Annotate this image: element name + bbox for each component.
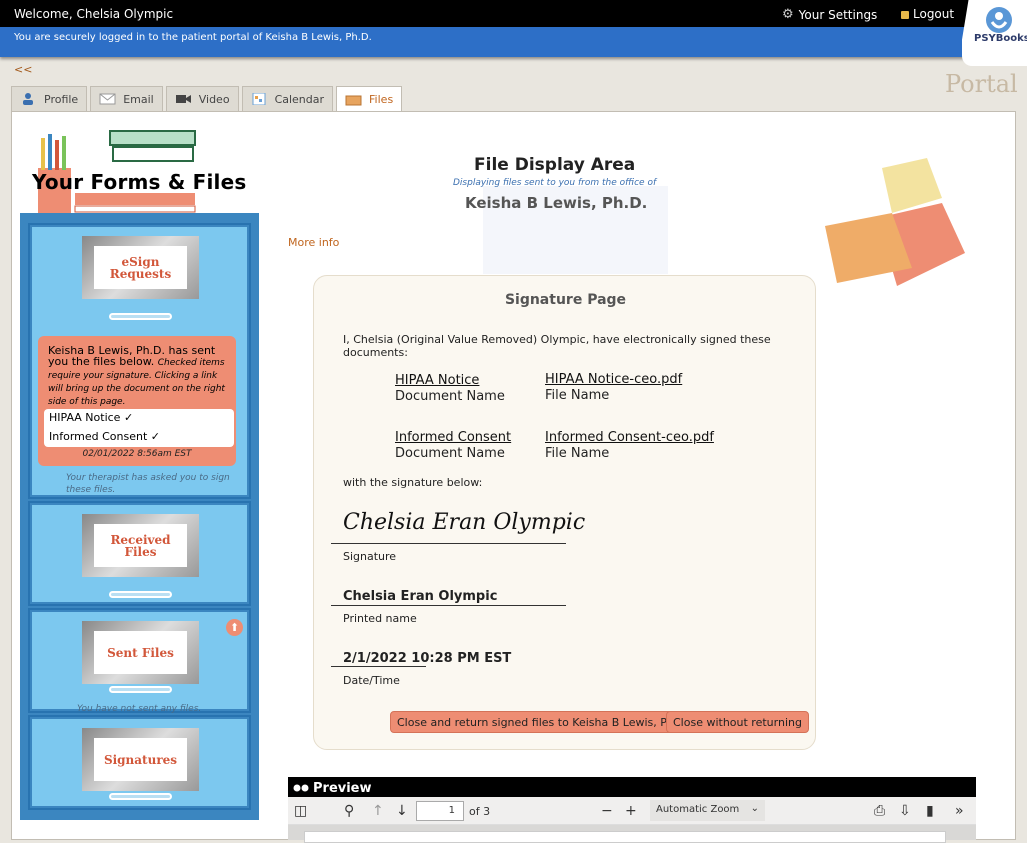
tab-profile[interactable]: Profile xyxy=(11,86,88,111)
file-name-link[interactable]: Informed Consent-ceo.pdf xyxy=(545,430,714,445)
signature-page-title: Signature Page xyxy=(504,292,627,308)
printed-name-label: Printed name xyxy=(343,612,417,625)
tab-video[interactable]: Video xyxy=(165,86,239,111)
bookmark-icon[interactable]: ▮ xyxy=(926,803,934,819)
sidebar-toggle-icon[interactable]: ◫ xyxy=(294,803,307,819)
more-info-link[interactable]: More info xyxy=(288,236,339,249)
pdf-toolbar: ◫ ⚲ ↑ ↓ 1 of 3 − + Automatic Zoom ⌄ ⎙ ⇩ … xyxy=(288,797,976,825)
with-signature-text: with the signature below: xyxy=(343,476,483,489)
zoom-in-icon[interactable]: + xyxy=(625,803,637,819)
previous-page-icon[interactable]: ↑ xyxy=(372,803,384,819)
signed-datetime: 2/1/2022 10:28 PM EST xyxy=(343,651,512,666)
pdf-viewer[interactable] xyxy=(288,825,976,843)
esign-requests-button[interactable]: eSign Requests xyxy=(82,236,199,299)
zoom-out-icon[interactable]: − xyxy=(601,803,613,819)
file-name-label: File Name xyxy=(545,388,610,403)
sent-footer: You have not sent any files. xyxy=(77,704,202,714)
back-link[interactable]: << xyxy=(14,63,32,76)
chevron-down-icon: ⌄ xyxy=(750,803,759,814)
tab-calendar[interactable]: Calendar xyxy=(241,86,334,111)
drawer-handle[interactable] xyxy=(109,686,172,693)
lock-icon xyxy=(901,11,909,19)
file-name-label: File Name xyxy=(545,446,610,461)
download-icon[interactable]: ⇩ xyxy=(899,803,911,819)
datetime-label: Date/Time xyxy=(343,674,400,687)
upload-icon[interactable]: ⬆ xyxy=(226,619,243,636)
folder-icon xyxy=(345,95,362,105)
signature-page: Signature Page I, Chelsia (Original Valu… xyxy=(313,275,816,750)
pdf-page xyxy=(304,831,946,843)
document-name-link[interactable]: HIPAA Notice xyxy=(395,373,479,388)
document-name-link[interactable]: Informed Consent xyxy=(395,430,511,445)
datetime-line xyxy=(331,666,426,667)
person-icon xyxy=(23,93,33,105)
drawer-sent: Sent Files ⬆ You have not sent any files… xyxy=(28,608,251,714)
folders-icon xyxy=(825,158,965,286)
signatures-button[interactable]: Signatures xyxy=(82,728,199,791)
camera-icon xyxy=(175,95,191,103)
signature-statement: I, Chelsia (Original Value Removed) Olym… xyxy=(343,333,771,359)
sidebar-title: Your Forms & Files xyxy=(32,170,247,194)
drawer-handle[interactable] xyxy=(109,591,172,598)
settings-link[interactable]: ⚙ Your Settings xyxy=(782,7,877,22)
drawer-signatures: Signatures xyxy=(28,715,251,810)
psybooks-logo[interactable]: PSYBooks xyxy=(962,0,1027,66)
esign-file-list: HIPAA Notice ✓ Informed Consent ✓ xyxy=(44,409,234,447)
document-entry: HIPAA Notice Document Name xyxy=(395,373,505,405)
drawer-received: Received Files xyxy=(28,501,251,606)
preview-title: Preview xyxy=(313,781,372,796)
drawer-esign: eSign Requests Keisha B Lewis, Ph.D. has … xyxy=(28,223,251,499)
doctor-name: Keisha B Lewis, Ph.D. xyxy=(465,194,648,212)
received-files-button[interactable]: Received Files xyxy=(82,514,199,577)
tab-files[interactable]: Files xyxy=(336,86,403,112)
secure-message: You are securely logged in to the patien… xyxy=(14,32,372,43)
drawer-handle[interactable] xyxy=(109,793,172,800)
esign-note: Keisha B Lewis, Ph.D. has sent you the f… xyxy=(38,336,236,466)
print-icon[interactable]: ⎙ xyxy=(874,803,885,819)
next-page-icon[interactable]: ↓ xyxy=(396,803,408,819)
esign-file-link[interactable]: HIPAA Notice ✓ xyxy=(44,409,234,428)
more-tools-icon[interactable]: » xyxy=(955,803,964,819)
page-count: of 3 xyxy=(469,805,491,818)
signature-image: Chelsia Eran Olympic xyxy=(343,510,586,535)
document-name-label: Document Name xyxy=(395,389,505,404)
signature-label: Signature xyxy=(343,550,397,563)
top-bar: Welcome, Chelsia Olympic ⚙ Your Settings… xyxy=(0,0,1027,27)
logo-text: PSYBooks xyxy=(974,33,1027,44)
close-without-returning-button[interactable]: Close without returning xyxy=(666,711,809,733)
gear-icon: ⚙ xyxy=(782,7,794,22)
printed-name: Chelsia Eran Olympic xyxy=(343,589,498,604)
page-number-input[interactable]: 1 xyxy=(416,801,464,821)
file-name-link[interactable]: HIPAA Notice-ceo.pdf xyxy=(545,372,682,387)
binoculars-icon xyxy=(293,784,309,792)
preview-header: Preview xyxy=(288,777,976,797)
esign-date: 02/01/2022 8:56am EST xyxy=(82,449,192,459)
calendar-icon xyxy=(252,93,266,105)
file-display-subtitle: Displaying files sent to you from the of… xyxy=(453,178,657,188)
file-entry: HIPAA Notice-ceo.pdf File Name xyxy=(545,372,682,404)
esign-footer: Your therapist has asked you to sign the… xyxy=(66,473,230,495)
close-and-return-button[interactable]: Close and return signed files to Keisha … xyxy=(390,711,697,733)
tab-email[interactable]: Email xyxy=(90,86,163,111)
portal-tabs: Profile Email Video Calendar Files xyxy=(11,86,403,112)
logout-link[interactable]: Logout xyxy=(901,7,954,21)
document-name-label: Document Name xyxy=(395,446,505,461)
zoom-select[interactable]: Automatic Zoom ⌄ xyxy=(650,800,765,821)
sent-files-button[interactable]: Sent Files xyxy=(82,621,199,684)
esign-file-link[interactable]: Informed Consent ✓ xyxy=(44,428,234,447)
secure-banner: You are securely logged in to the patien… xyxy=(0,27,1027,57)
signature-line xyxy=(331,543,566,544)
file-display-title: File Display Area xyxy=(474,155,636,175)
drawer-handle[interactable] xyxy=(109,313,172,320)
document-entry: Informed Consent Document Name xyxy=(395,430,511,462)
file-cabinet: eSign Requests Keisha B Lewis, Ph.D. has … xyxy=(20,213,259,820)
welcome-text: Welcome, Chelsia Olympic xyxy=(14,7,174,21)
search-icon[interactable]: ⚲ xyxy=(344,803,354,819)
portal-label: Portal xyxy=(945,70,1018,98)
envelope-icon xyxy=(99,93,116,105)
file-entry: Informed Consent-ceo.pdf File Name xyxy=(545,430,714,462)
printed-name-line xyxy=(331,605,566,606)
